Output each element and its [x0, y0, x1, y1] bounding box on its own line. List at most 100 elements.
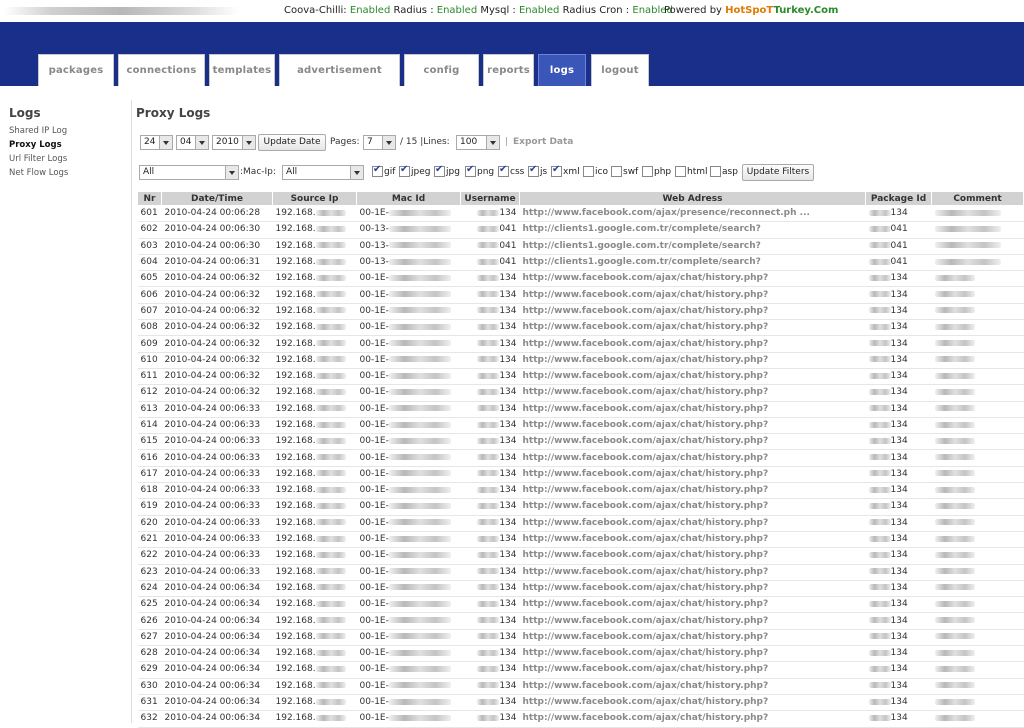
cell-web-address[interactable]: http://www.facebook.com/ajax/chat/histor…: [519, 515, 866, 532]
cell-web-address[interactable]: http://www.facebook.com/ajax/chat/histor…: [519, 498, 866, 516]
cell-web-address[interactable]: http://www.facebook.com/ajax/chat/histor…: [519, 629, 866, 647]
sidebar-item[interactable]: Proxy Logs: [9, 138, 68, 152]
cell-web-address[interactable]: http://www.facebook.com/ajax/chat/histor…: [519, 449, 866, 467]
table-row[interactable]: 614 2010-04-24 00:06:33 192.168. 00-1E- 134 h…: [137, 417, 1024, 435]
cell-web-address[interactable]: http://www.facebook.com/ajax/chat/histor…: [519, 335, 866, 353]
filter-checkbox[interactable]: [611, 166, 622, 177]
tab-item[interactable]: templates: [209, 54, 275, 86]
table-row[interactable]: 631 2010-04-24 00:06:34 192.168. 00-1E- 134 h…: [137, 694, 1024, 712]
table-row[interactable]: 606 2010-04-24 00:06:32 192.168. 00-1E- 134 h…: [137, 286, 1024, 304]
column-header[interactable]: Mac Id: [356, 191, 461, 206]
table-row[interactable]: 613 2010-04-24 00:06:33 192.168. 00-1E- 134 h…: [137, 401, 1024, 418]
cell-web-address[interactable]: http://www.facebook.com/ajax/chat/histor…: [519, 384, 866, 402]
column-header[interactable]: Comment: [931, 191, 1024, 206]
filter-checkbox[interactable]: [675, 166, 686, 177]
cell-web-address[interactable]: http://www.facebook.com/ajax/chat/histor…: [519, 531, 866, 549]
table-row[interactable]: 619 2010-04-24 00:06:33 192.168. 00-1E- 134 h…: [137, 498, 1024, 516]
table-row[interactable]: 602 2010-04-24 00:06:30 192.168. 00-13- 041 h…: [137, 221, 1024, 239]
table-row[interactable]: 608 2010-04-24 00:06:32 192.168. 00-1E- 134 h…: [137, 319, 1024, 337]
cell-web-address[interactable]: http://www.facebook.com/ajax/chat/histor…: [519, 433, 866, 451]
tab-item[interactable]: packages: [38, 54, 114, 86]
table-row[interactable]: 607 2010-04-24 00:06:32 192.168. 00-1E- 134 h…: [137, 303, 1024, 321]
table-row[interactable]: 601 2010-04-24 00:06:28 192.168. 00-1E- 134 h…: [137, 205, 1024, 223]
sidebar-item[interactable]: Net Flow Logs: [9, 166, 68, 180]
table-row[interactable]: 609 2010-04-24 00:06:32 192.168. 00-1E- 134 h…: [137, 335, 1024, 353]
cell-web-address[interactable]: http://www.facebook.com/ajax/chat/histor…: [519, 596, 866, 614]
cell-web-address[interactable]: http://www.facebook.com/ajax/chat/histor…: [519, 564, 866, 581]
table-row[interactable]: 626 2010-04-24 00:06:34 192.168. 00-1E- 134 h…: [137, 612, 1024, 630]
table-row[interactable]: 628 2010-04-24 00:06:34 192.168. 00-1E- 134 h…: [137, 645, 1024, 663]
filter-checkbox[interactable]: [710, 166, 721, 177]
filter-checkbox[interactable]: [551, 164, 562, 177]
table-row[interactable]: 610 2010-04-24 00:06:32 192.168. 00-1E- 134 h…: [137, 352, 1024, 369]
cell-web-address[interactable]: http://www.facebook.com/ajax/chat/histor…: [519, 319, 866, 337]
cell-web-address[interactable]: http://www.facebook.com/ajax/chat/histor…: [519, 580, 866, 598]
cell-web-address[interactable]: http://www.facebook.com/ajax/chat/histor…: [519, 303, 866, 321]
table-row[interactable]: 612 2010-04-24 00:06:32 192.168. 00-1E- 134 h…: [137, 384, 1024, 402]
tab-item[interactable]: config: [404, 54, 479, 86]
tab-item[interactable]: connections: [118, 54, 205, 86]
mac-ip-select[interactable]: All: [282, 165, 364, 180]
filter-checkbox[interactable]: [372, 164, 383, 177]
filter-select[interactable]: All: [139, 165, 239, 180]
column-header[interactable]: Web Adress: [519, 191, 866, 206]
update-date-button[interactable]: Update Date: [258, 134, 326, 151]
table-row[interactable]: 615 2010-04-24 00:06:33 192.168. 00-1E- 134 h…: [137, 433, 1024, 451]
tab-item[interactable]: logout: [591, 54, 649, 86]
table-row[interactable]: 625 2010-04-24 00:06:34 192.168. 00-1E- 134 h…: [137, 596, 1024, 614]
brand-hot[interactable]: HotSpoT: [725, 5, 773, 16]
column-header[interactable]: Package Id: [865, 191, 932, 206]
cell-web-address[interactable]: http://www.facebook.com/ajax/chat/histor…: [519, 352, 866, 369]
cell-web-address[interactable]: http://www.facebook.com/ajax/chat/histor…: [519, 270, 866, 288]
cell-web-address[interactable]: http://www.facebook.com/ajax/chat/histor…: [519, 612, 866, 630]
page-select[interactable]: 7: [363, 135, 396, 150]
column-header[interactable]: Source Ip: [272, 191, 357, 206]
tab-logs[interactable]: logs: [538, 54, 586, 86]
cell-web-address[interactable]: http://www.facebook.com/ajax/chat/histor…: [519, 645, 866, 663]
cell-web-address[interactable]: http://clients1.google.com.tr/complete/s…: [519, 254, 866, 272]
filter-checkbox[interactable]: [465, 164, 476, 177]
table-row[interactable]: 630 2010-04-24 00:06:34 192.168. 00-1E- 134 h…: [137, 678, 1024, 695]
table-row[interactable]: 629 2010-04-24 00:06:34 192.168. 00-1E- 134 h…: [137, 661, 1024, 679]
export-data-link[interactable]: Export Data: [513, 135, 573, 150]
sidebar-item[interactable]: Shared IP Log: [9, 124, 68, 138]
column-header[interactable]: Date/Time: [161, 191, 273, 206]
cell-web-address[interactable]: http://www.facebook.com/ajax/chat/histor…: [519, 661, 866, 679]
cell-web-address[interactable]: http://clients1.google.com.tr/complete/s…: [519, 238, 866, 255]
table-row[interactable]: 621 2010-04-24 00:06:33 192.168. 00-1E- 134 h…: [137, 531, 1024, 549]
table-row[interactable]: 603 2010-04-24 00:06:30 192.168. 00-13- 041 h…: [137, 238, 1024, 255]
cell-web-address[interactable]: http://www.facebook.com/ajax/chat/histor…: [519, 678, 866, 695]
cell-web-address[interactable]: http://www.facebook.com/ajax/chat/histor…: [519, 482, 866, 500]
table-row[interactable]: 616 2010-04-24 00:06:33 192.168. 00-1E- 134 h…: [137, 449, 1024, 467]
table-row[interactable]: 611 2010-04-24 00:06:32 192.168. 00-1E- 134 h…: [137, 368, 1024, 386]
brand-turkey[interactable]: Turkey.Com: [773, 5, 838, 16]
filter-checkbox[interactable]: [498, 164, 509, 177]
cell-web-address[interactable]: http://www.facebook.com/ajax/chat/histor…: [519, 710, 866, 728]
table-row[interactable]: 632 2010-04-24 00:06:34 192.168. 00-1E- 134 h…: [137, 710, 1024, 728]
column-header[interactable]: Nr: [137, 191, 162, 206]
cell-web-address[interactable]: http://www.facebook.com/ajax/chat/histor…: [519, 368, 866, 386]
filter-checkbox[interactable]: [434, 164, 445, 177]
table-row[interactable]: 604 2010-04-24 00:06:31 192.168. 00-13- 041 h…: [137, 254, 1024, 272]
sidebar-item[interactable]: Url Filter Logs: [9, 152, 68, 166]
filter-checkbox[interactable]: [583, 166, 594, 177]
tab-item[interactable]: reports: [483, 54, 534, 86]
table-row[interactable]: 605 2010-04-24 00:06:32 192.168. 00-1E- 134 h…: [137, 270, 1024, 288]
table-row[interactable]: 623 2010-04-24 00:06:33 192.168. 00-1E- 134 h…: [137, 564, 1024, 581]
year-select[interactable]: 2010: [212, 135, 256, 150]
month-select[interactable]: 04: [176, 135, 209, 150]
cell-web-address[interactable]: http://clients1.google.com.tr/complete/s…: [519, 221, 866, 239]
cell-web-address[interactable]: http://www.facebook.com/ajax/chat/histor…: [519, 466, 866, 484]
cell-web-address[interactable]: http://www.facebook.com/ajax/presence/re…: [519, 205, 866, 223]
table-row[interactable]: 622 2010-04-24 00:06:33 192.168. 00-1E- 134 h…: [137, 547, 1024, 565]
table-row[interactable]: 620 2010-04-24 00:06:33 192.168. 00-1E- 134 h…: [137, 515, 1024, 532]
update-filters-button[interactable]: Update Filters: [742, 164, 814, 181]
cell-web-address[interactable]: http://www.facebook.com/ajax/chat/histor…: [519, 286, 866, 304]
cell-web-address[interactable]: http://www.facebook.com/ajax/chat/histor…: [519, 694, 866, 712]
filter-checkbox[interactable]: [399, 164, 410, 177]
table-row[interactable]: 627 2010-04-24 00:06:34 192.168. 00-1E- 134 h…: [137, 629, 1024, 647]
cell-web-address[interactable]: http://www.facebook.com/ajax/chat/histor…: [519, 401, 866, 418]
column-header[interactable]: Username: [460, 191, 520, 206]
table-row[interactable]: 617 2010-04-24 00:06:33 192.168. 00-1E- 134 h…: [137, 466, 1024, 484]
cell-web-address[interactable]: http://www.facebook.com/ajax/chat/histor…: [519, 547, 866, 565]
